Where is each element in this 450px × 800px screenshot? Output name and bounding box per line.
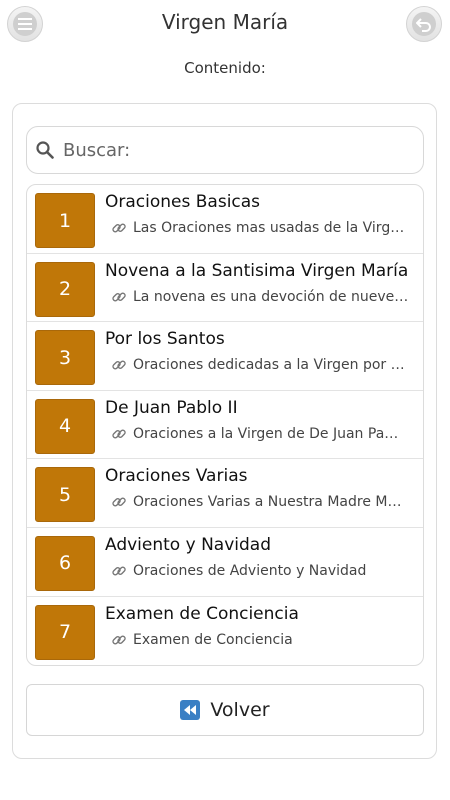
item-title: Novena a la Santisima Virgen María (105, 260, 409, 281)
page-title: Virgen María (161, 10, 289, 34)
list-item[interactable]: 1 Oraciones Basicas Las Oraciones mas usad… (27, 185, 423, 254)
back-button[interactable] (406, 6, 442, 42)
item-number-badge: 6 (35, 535, 95, 591)
item-description: Oraciones Varias a Nuestra Madre M… (133, 494, 402, 511)
item-title: Adviento y Navidad (105, 534, 271, 555)
item-number-badge: 7 (35, 604, 95, 660)
content-list: 1 Oraciones Basicas Las Oraciones mas usad… (26, 184, 424, 667)
item-title: Oraciones Basicas (105, 192, 261, 212)
list-item[interactable]: 7 Examen de Conciencia Examen de Concienci… (27, 597, 423, 666)
item-description: Examen de Conciencia (133, 631, 293, 648)
item-description-row: Oraciones dedicadas a la Virgen por … (111, 357, 417, 373)
item-description: Oraciones de Adviento y Navidad (133, 562, 367, 579)
item-number-badge: 5 (35, 467, 95, 523)
item-title: Examen de Conciencia (105, 603, 299, 624)
item-description-row: Oraciones Varias a Nuestra Madre M… (111, 494, 417, 510)
link-icon (112, 497, 126, 507)
volver-button[interactable]: Volver (26, 684, 424, 736)
link-icon (112, 292, 126, 302)
item-description-row: La novena es una devoción de nueve… (111, 289, 417, 305)
undo-arrow-icon (412, 12, 436, 36)
item-description: Las Oraciones mas usadas de la Virg… (133, 220, 405, 236)
item-number-badge: 2 (35, 261, 95, 317)
link-icon (112, 429, 126, 439)
header-bar: Virgen María (0, 0, 450, 50)
search-box[interactable] (26, 126, 424, 174)
list-item[interactable]: 4 De Juan Pablo II Oraciones a la Virgen d… (27, 391, 423, 460)
item-title: Por los Santos (105, 329, 225, 350)
link-icon (112, 566, 126, 576)
item-number-badge: 1 (35, 193, 95, 248)
item-description-row: Oraciones a la Virgen de De Juan Pa… (111, 426, 417, 442)
item-title: De Juan Pablo II (105, 397, 238, 418)
link-icon (112, 635, 126, 645)
volver-label: Volver (210, 699, 270, 721)
list-item[interactable]: 5 Oraciones Varias Oraciones Varias a Nues… (27, 459, 423, 528)
item-description: La novena es una devoción de nueve… (133, 288, 409, 305)
list-item[interactable]: 6 Adviento y Navidad Oraciones de Adviento… (27, 528, 423, 597)
rewind-icon (180, 700, 201, 720)
item-description-row: Oraciones de Adviento y Navidad (111, 563, 417, 579)
list-item[interactable]: 3 Por los Santos Oraciones dedicadas a la … (27, 322, 423, 391)
item-description-row: Examen de Conciencia (111, 632, 417, 648)
item-number-badge: 3 (35, 330, 95, 386)
item-number-badge: 4 (35, 398, 95, 454)
list-item[interactable]: 2 Novena a la Santisima Virgen María La no… (27, 254, 423, 323)
item-description-row: Las Oraciones mas usadas de la Virg… (111, 220, 417, 236)
item-description: Oraciones a la Virgen de De Juan Pa… (133, 425, 399, 442)
item-title: Oraciones Varias (105, 466, 248, 487)
content-heading: Contenido: (184, 59, 266, 77)
search-input[interactable] (61, 138, 405, 162)
link-icon (112, 360, 126, 370)
item-description: Oraciones dedicadas a la Virgen por … (133, 357, 405, 374)
link-icon (112, 223, 126, 233)
search-icon (35, 140, 55, 160)
